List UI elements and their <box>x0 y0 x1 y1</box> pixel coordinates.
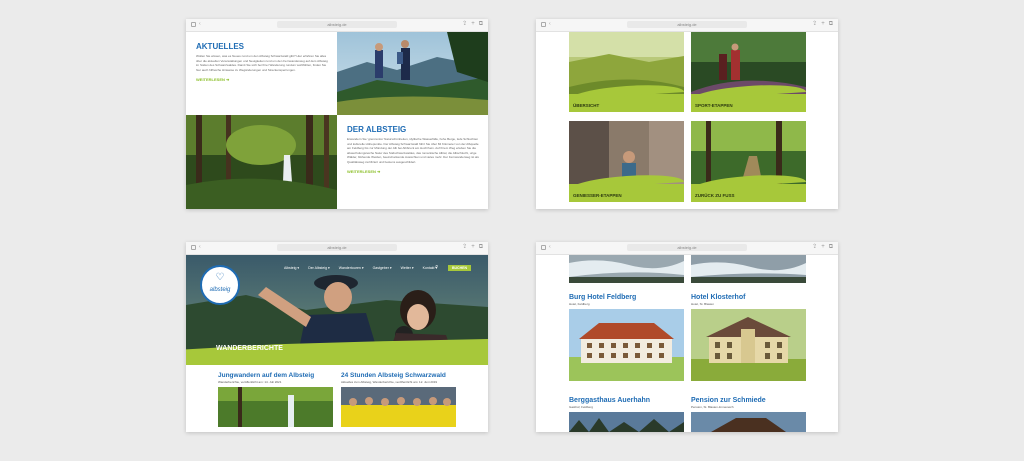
aktuelles-more-link[interactable]: WEITERLESEN ➜ <box>196 77 331 82</box>
page-content: ÜBERSICHT SPORT-ETAPPEN GENIESSER-ETAPPE… <box>536 32 838 209</box>
logo-text: albsteig <box>209 287 231 293</box>
albsteig-more-link[interactable]: WEITERLESEN ➜ <box>347 169 479 174</box>
stream-photo <box>691 255 806 283</box>
post-meta: Wanderberichte, veröffentlicht am: 14. J… <box>218 380 282 384</box>
browser-window-gastgeber: ‹ albsteig.de ⇪ + ⧉ Burg Hotel Feldberg Ho… <box>536 242 838 432</box>
share-icon[interactable]: ⇪ <box>462 244 467 251</box>
hotel-photo <box>569 309 684 381</box>
hotel-name: Berggasthaus Auerhahn <box>569 397 651 404</box>
tabs-icon[interactable]: ⧉ <box>829 21 833 28</box>
albsteig-text: Erwandern Sie 'grenzenlos' Naturschönhei… <box>347 137 479 164</box>
card-label: ZURÜCK ZU FUSS <box>695 193 735 198</box>
new-tab-icon[interactable]: + <box>821 244 825 251</box>
post-title[interactable]: Jungwandern auf dem Albsteig <box>218 372 333 379</box>
nav-item[interactable]: Wandertouren ▾ <box>339 266 364 270</box>
main-nav: Albsteig ▾ Der Albsteig ▾ Wandertouren ▾… <box>284 266 437 270</box>
hotel-location: Pension, St. Blasien-Immeneich <box>691 405 734 409</box>
hotel-location: Gasthof, Feldberg <box>569 405 594 409</box>
hotel-card[interactable]: Hotel Klosterhof Hotel, St. Blasien <box>691 294 806 381</box>
back-icon[interactable]: ‹ <box>199 245 204 250</box>
browser-toolbar: ‹ albsteig.de ⇪ + ⧉ <box>536 242 838 255</box>
card-sport-etappen[interactable]: SPORT-ETAPPEN <box>691 32 806 112</box>
hero-title: WANDERBERICHTE <box>216 345 283 352</box>
share-icon[interactable]: ⇪ <box>812 21 817 28</box>
card-uebersicht[interactable]: ÜBERSICHT <box>569 32 684 112</box>
nav-item[interactable]: Gastgeber ▾ <box>373 266 392 270</box>
browser-toolbar: ‹ albsteig.de ⇪ + ⧉ <box>536 19 838 32</box>
card-label: SPORT-ETAPPEN <box>695 103 733 108</box>
back-icon[interactable]: ‹ <box>199 22 204 27</box>
search-icon[interactable]: ⌕ <box>435 264 438 271</box>
share-icon[interactable]: ⇪ <box>462 21 467 28</box>
cta-button[interactable]: BUCHEN <box>448 265 471 271</box>
address-bar[interactable]: albsteig.de <box>277 21 397 28</box>
new-tab-icon[interactable]: + <box>471 244 475 251</box>
hotel-photo <box>691 309 806 381</box>
card-zurueck-zu-fuss[interactable]: ZURÜCK ZU FUSS <box>691 121 806 202</box>
new-tab-icon[interactable]: + <box>821 21 825 28</box>
browser-toolbar: ‹ albsteig.de ⇪ + ⧉ <box>186 19 488 32</box>
post-meta: Aktuelles zum Albsteig, Wanderberichte, … <box>341 380 438 384</box>
post-thumbnail[interactable] <box>341 387 456 427</box>
browser-toolbar: ‹ albsteig.de ⇪ + ⧉ <box>186 242 488 255</box>
browser-window-aktuelles: ‹ albsteig.de ⇪ + ⧉ AKTUELLES Wollen Sie w… <box>186 19 488 209</box>
page-content: WANDERBERICHTE ♡ albsteig Albsteig ▾ Der… <box>186 255 488 432</box>
page-content: Burg Hotel Feldberg Hotel, Feldberg Hote… <box>536 255 838 432</box>
nav-item[interactable]: Wetter ▾ <box>401 266 414 270</box>
hotel-photo <box>569 412 684 432</box>
address-bar[interactable]: albsteig.de <box>277 244 397 251</box>
sidebar-toggle-icon[interactable] <box>541 22 546 27</box>
card-geniesser-etappen[interactable]: GENIESSER-ETAPPEN <box>569 121 684 202</box>
section-title-aktuelles: AKTUELLES <box>196 42 244 51</box>
section-title-albsteig: DER ALBSTEIG <box>347 125 407 134</box>
page-content: AKTUELLES Wollen Sie wissen, was es Neue… <box>186 32 488 209</box>
hotel-location: Hotel, Feldberg <box>569 302 590 306</box>
hotel-name: Hotel Klosterhof <box>691 294 746 301</box>
tabs-icon[interactable]: ⧉ <box>479 244 483 251</box>
hotel-card[interactable]: Burg Hotel Feldberg Hotel, Feldberg <box>569 294 684 381</box>
more-label: WEITERLESEN <box>347 169 376 174</box>
sidebar-toggle-icon[interactable] <box>191 245 196 250</box>
post-thumbnail[interactable] <box>218 387 333 427</box>
back-icon[interactable]: ‹ <box>549 22 554 27</box>
site-logo[interactable]: ♡ albsteig <box>200 265 240 305</box>
browser-window-etappen: ‹ albsteig.de ⇪ + ⧉ ÜBERSICHT SPORT-ETAPPE… <box>536 19 838 209</box>
nav-item[interactable]: Der Albsteig ▾ <box>308 266 330 270</box>
waterfall-forest-photo <box>186 115 337 209</box>
more-label: WEITERLESEN <box>196 77 225 82</box>
sidebar-toggle-icon[interactable] <box>541 245 546 250</box>
hikers-photo <box>337 32 488 115</box>
tabs-icon[interactable]: ⧉ <box>829 244 833 251</box>
browser-window-wanderberichte: ‹ albsteig.de ⇪ + ⧉ WANDERBERICHTE ♡ albst… <box>186 242 488 432</box>
arrow-circle-icon: ➜ <box>226 77 230 82</box>
hotel-photo <box>691 412 806 432</box>
address-bar[interactable]: albsteig.de <box>627 244 747 251</box>
tabs-icon[interactable]: ⧉ <box>479 21 483 28</box>
hotel-name: Pension zur Schmiede <box>691 397 766 404</box>
aktuelles-text: Wollen Sie wissen, was es Neues rund um … <box>196 54 328 72</box>
card-label: ÜBERSICHT <box>573 103 600 108</box>
hotel-card[interactable]: Berggasthaus Auerhahn Gasthof, Feldberg <box>569 397 684 432</box>
logo-mark-icon: ♡ <box>215 272 225 283</box>
stream-photo <box>569 255 684 283</box>
address-bar[interactable]: albsteig.de <box>627 21 747 28</box>
hotel-name: Burg Hotel Feldberg <box>569 294 637 301</box>
share-icon[interactable]: ⇪ <box>812 244 817 251</box>
new-tab-icon[interactable]: + <box>471 21 475 28</box>
nav-item[interactable]: Albsteig ▾ <box>284 266 299 270</box>
hotel-location: Hotel, St. Blasien <box>691 302 715 306</box>
sidebar-toggle-icon[interactable] <box>191 22 196 27</box>
card-label: GENIESSER-ETAPPEN <box>573 193 622 198</box>
post-title[interactable]: 24 Stunden Albsteig Schwarzwald <box>341 372 461 379</box>
hotel-card[interactable]: Pension zur Schmiede Pension, St. Blasie… <box>691 397 806 432</box>
arrow-circle-icon: ➜ <box>377 169 381 174</box>
back-icon[interactable]: ‹ <box>549 245 554 250</box>
